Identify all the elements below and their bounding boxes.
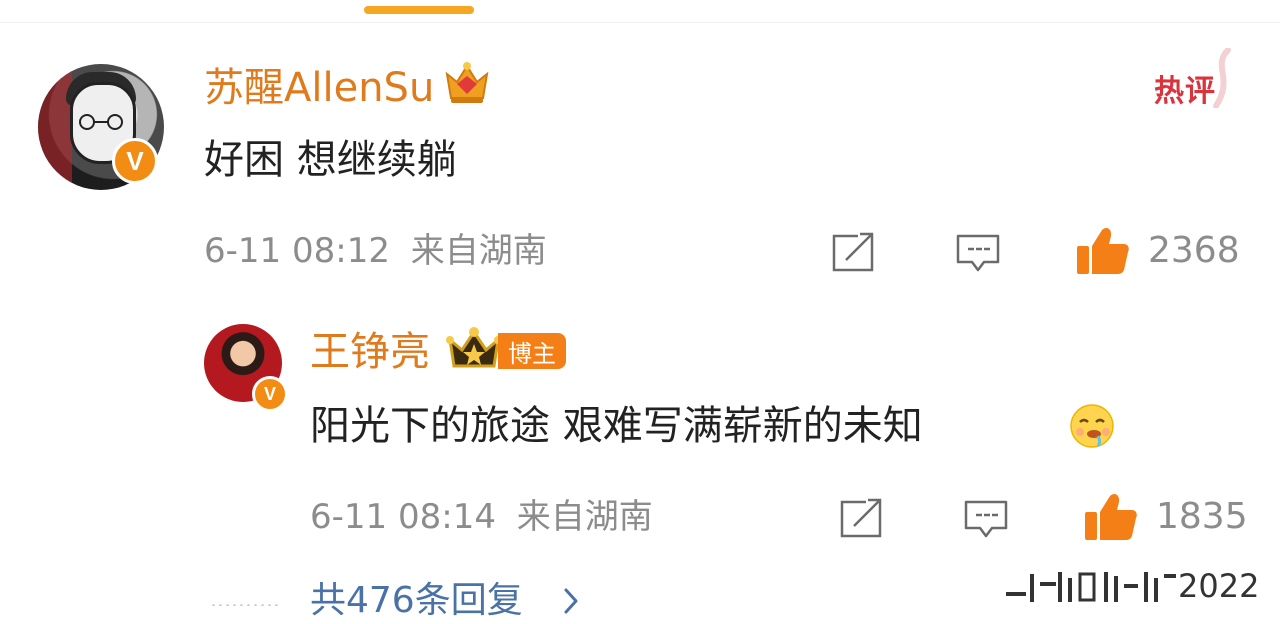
share-icon[interactable] — [830, 230, 878, 274]
more-replies-link[interactable]: 共476条回复 — [310, 578, 523, 624]
scroll-indicator — [364, 6, 474, 14]
top-divider — [0, 22, 1280, 23]
reply-icon[interactable] — [954, 230, 1002, 274]
reply-text: 阳光下的旅途 艰难写满崭新的未知 — [310, 403, 923, 449]
dotted-divider — [210, 604, 280, 606]
author-tag: 博主 — [498, 333, 566, 369]
reply-timestamp: 6-11 08:14 — [310, 497, 496, 537]
crown-icon — [446, 327, 502, 368]
comment-location: 来自湖南 — [410, 231, 547, 271]
comment-timestamp: 6-11 08:12 — [204, 231, 390, 271]
reply-location: 来自湖南 — [516, 497, 653, 537]
watermark: 2022 — [1004, 562, 1274, 608]
reply-username[interactable]: 王铮亮 — [310, 326, 430, 378]
reply-icon[interactable] — [962, 496, 1010, 540]
verified-badge-icon: V — [112, 138, 158, 184]
comment-text: 好困 想继续躺 — [204, 137, 457, 183]
like-icon[interactable] — [1074, 226, 1130, 276]
comment-username[interactable]: 苏醒AllenSu — [204, 62, 434, 114]
like-count: 2368 — [1148, 230, 1240, 271]
watermark-text: 2022 — [1178, 567, 1260, 605]
reply-meta: 6-11 08:14 来自湖南 — [310, 494, 653, 540]
hot-decoration-icon — [1213, 48, 1231, 108]
chevron-right-icon[interactable] — [560, 586, 582, 616]
reply-verified-badge-icon: V — [252, 376, 288, 412]
like-icon[interactable] — [1082, 492, 1138, 542]
watermark-glyphs — [1006, 572, 1176, 602]
like-count: 1835 — [1156, 496, 1248, 537]
crown-icon — [445, 62, 489, 103]
comment-meta: 6-11 08:12 来自湖南 — [204, 228, 547, 274]
drooling-face-emoji-icon — [1070, 404, 1114, 448]
share-icon[interactable] — [838, 496, 886, 540]
